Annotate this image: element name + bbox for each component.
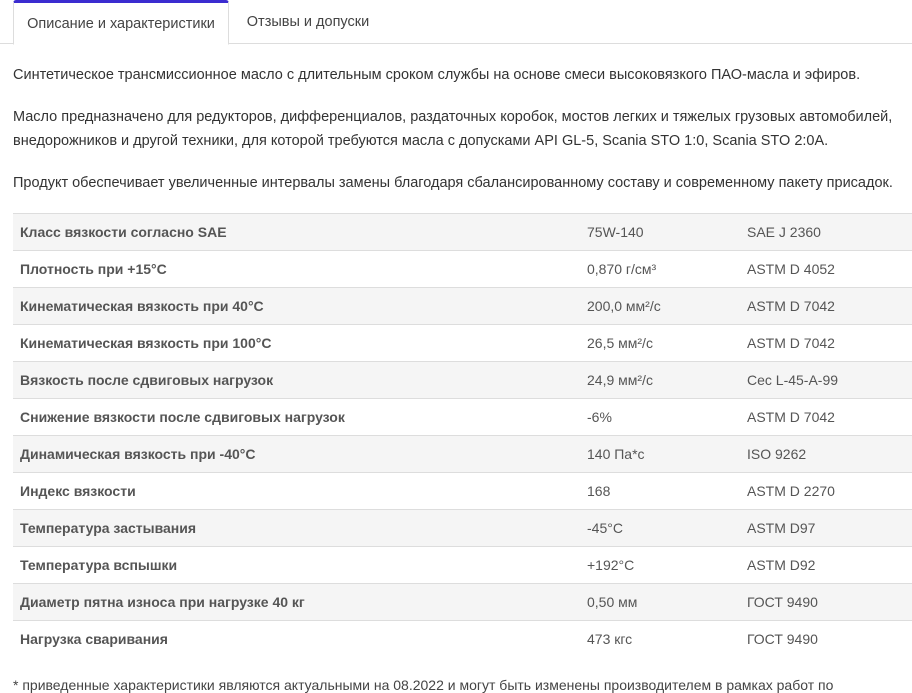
spec-name: Температура застывания — [20, 520, 197, 536]
spec-name: Класс вязкости согласно SAE — [20, 224, 227, 240]
table-row: Класс вязкости согласно SAE 75W-140 SAE J … — [13, 213, 912, 251]
spec-standard: ISO 9262 — [747, 446, 807, 462]
spec-standard: ASTM D 2270 — [747, 483, 835, 499]
table-row: Кинематическая вязкость при 40°C 200,0 мм… — [13, 287, 912, 325]
spec-name: Динамическая вязкость при -40°C — [20, 446, 256, 462]
spec-value: -45°C — [587, 520, 623, 536]
spec-standard: ASTM D 4052 — [747, 261, 835, 277]
spec-standard: ГОСТ 9490 — [747, 594, 818, 610]
table-row: Нагрузка сваривания 473 кгс ГОСТ 9490 — [13, 620, 912, 658]
table-row: Температура застывания -45°C ASTM D97 — [13, 509, 912, 547]
description-paragraph: Продукт обеспечивает увеличенные интерва… — [13, 175, 893, 191]
spec-name: Плотность при +15°C — [20, 261, 167, 277]
spec-name: Кинематическая вязкость при 40°C — [20, 298, 264, 314]
tab-bar: Описание и характеристики Отзывы и допус… — [0, 0, 912, 45]
spec-value: 0,870 г/см³ — [587, 261, 657, 277]
spec-name: Кинематическая вязкость при 100°C — [20, 335, 272, 351]
table-row: Плотность при +15°C 0,870 г/см³ ASTM D 405… — [13, 250, 912, 288]
spec-standard: SAE J 2360 — [747, 224, 821, 240]
table-row: Снижение вязкости после сдвиговых нагруз… — [13, 398, 912, 436]
spec-standard: Cec L-45-A-99 — [747, 372, 839, 388]
tab-description[interactable]: Описание и характеристики — [13, 0, 229, 45]
footnote: * приведенные характеристики являются ак… — [13, 677, 834, 693]
spec-standard: ASTM D97 — [747, 520, 816, 536]
spec-standard: ASTM D 7042 — [747, 409, 835, 425]
spec-value: 24,9 мм²/с — [587, 372, 653, 388]
spec-standard: ASTM D 7042 — [747, 298, 835, 314]
table-row: Диаметр пятна износа при нагрузке 40 кг 0… — [13, 583, 912, 621]
table-row: Кинематическая вязкость при 100°C 26,5 мм… — [13, 324, 912, 362]
description-paragraph: Синтетическое трансмиссионное масло с дл… — [13, 67, 861, 83]
spec-name: Нагрузка сваривания — [20, 631, 168, 648]
spec-standard: ASTM D92 — [747, 557, 816, 573]
spec-name: Вязкость после сдвиговых нагрузок — [20, 372, 274, 388]
spec-value: 200,0 мм²/с — [587, 298, 661, 314]
spec-value: 473 кгс — [587, 631, 633, 648]
spec-value: 26,5 мм²/с — [587, 335, 653, 351]
spec-value: 168 — [587, 483, 611, 499]
description-paragraph: Масло предназначено для редукторов, дифф… — [13, 109, 893, 149]
specs-table: Класс вязкости согласно SAE 75W-140 SAE J … — [13, 213, 912, 658]
table-row: Динамическая вязкость при -40°C 140 Па*с I… — [13, 435, 912, 473]
spec-name: Температура вспышки — [20, 557, 178, 573]
table-row: Индекс вязкости 168 ASTM D 2270 — [13, 472, 912, 510]
spec-value: 0,50 мм — [587, 594, 638, 610]
spec-standard: ASTM D 7042 — [747, 335, 835, 351]
tab-reviews[interactable]: Отзывы и допуски — [232, 0, 384, 44]
spec-value: 75W-140 — [587, 224, 644, 240]
spec-name: Индекс вязкости — [20, 483, 136, 499]
spec-name: Диаметр пятна износа при нагрузке 40 кг — [20, 594, 305, 610]
spec-standard: ГОСТ 9490 — [747, 631, 818, 648]
spec-name: Снижение вязкости после сдвиговых нагруз… — [20, 409, 345, 425]
spec-value: 140 Па*с — [587, 446, 645, 462]
spec-value: +192°C — [587, 557, 635, 573]
table-row: Вязкость после сдвиговых нагрузок 24,9 мм… — [13, 361, 912, 399]
spec-value: -6% — [587, 409, 612, 425]
table-row: Температура вспышки +192°C ASTM D92 — [13, 546, 912, 584]
